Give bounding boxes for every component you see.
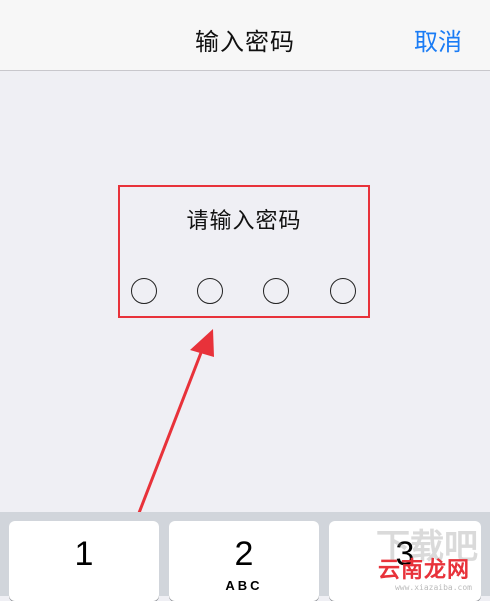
key-1[interactable]: 1 [9, 521, 159, 601]
cancel-button[interactable]: 取消 [414, 22, 462, 57]
numeric-keypad: 1 2 ABC 3 [0, 512, 490, 601]
annotation-highlight-box [118, 185, 370, 318]
key-2[interactable]: 2 ABC [169, 521, 319, 601]
key-number: 3 [395, 535, 415, 573]
navigation-bar: 输入密码 取消 [0, 0, 490, 71]
key-number: 2 [234, 535, 254, 573]
key-letters: ABC [225, 578, 263, 593]
key-3[interactable]: 3 [329, 521, 481, 601]
key-number: 1 [74, 535, 94, 573]
